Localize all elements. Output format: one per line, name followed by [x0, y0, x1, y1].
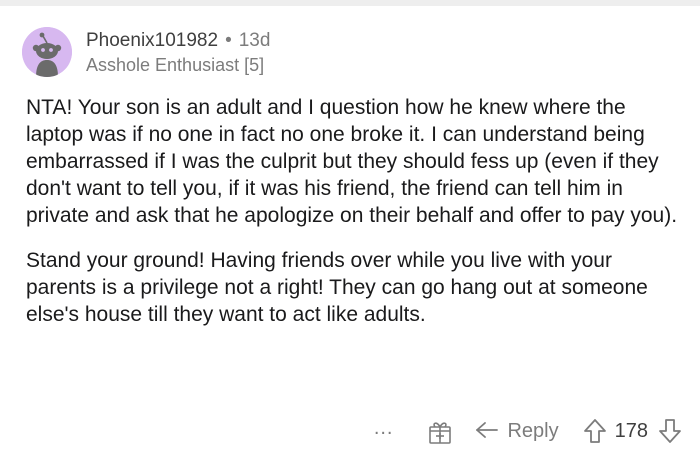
reply-arrow-icon: [475, 420, 499, 442]
user-flair: Asshole Enthusiast [5]: [86, 54, 265, 75]
avatar[interactable]: [22, 27, 72, 77]
comment-meta: Phoenix101982 • 13d Asshole Enthusiast [5]: [86, 29, 270, 76]
comment-header: Phoenix101982 • 13d Asshole Enthusiast [5]: [22, 24, 270, 80]
meta-separator: •: [225, 29, 232, 51]
top-divider: [0, 0, 700, 6]
reply-button[interactable]: Reply: [475, 419, 559, 443]
author-username[interactable]: Phoenix101982: [86, 30, 218, 51]
more-options-button[interactable]: ...: [374, 418, 394, 444]
snoo-avatar-icon: [22, 27, 72, 77]
comment-paragraph: NTA! Your son is an adult and I question…: [26, 96, 678, 227]
upvote-arrow-icon[interactable]: [583, 418, 607, 444]
vote-score: 178: [614, 419, 648, 442]
gift-icon[interactable]: [427, 417, 453, 445]
comment-body: NTA! Your son is an adult and I question…: [26, 94, 686, 328]
comment-actions: ... Reply 178: [374, 414, 682, 448]
comment-paragraph: Stand your ground! Having friends over w…: [26, 249, 648, 326]
reply-label: Reply: [507, 419, 559, 442]
downvote-arrow-icon[interactable]: [658, 418, 682, 444]
comment-age: 13d: [238, 29, 271, 51]
author-line: Phoenix101982 • 13d: [86, 29, 270, 53]
